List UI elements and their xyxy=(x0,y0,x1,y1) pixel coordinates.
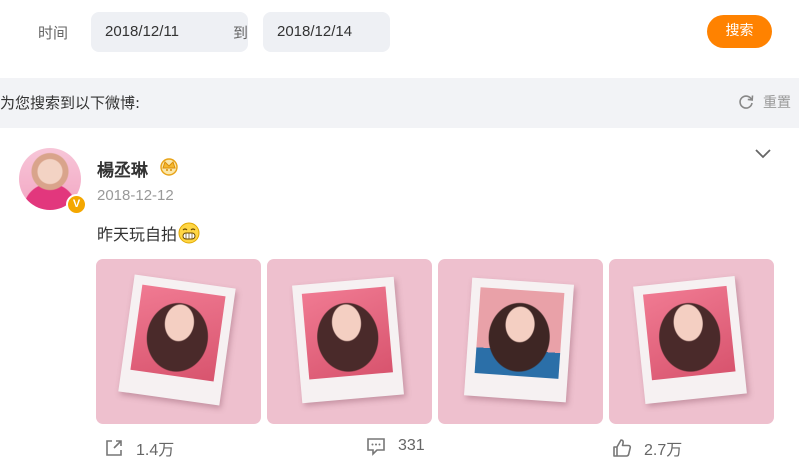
time-label: 时间 xyxy=(38,24,69,42)
to-label: 到 xyxy=(233,24,249,42)
post-text: 昨天玩自拍 xyxy=(97,221,200,245)
post-actions: 1.4万 331 2.7万 xyxy=(0,436,799,464)
end-date-field[interactable]: 2018/12/14 xyxy=(263,12,390,52)
repost-button[interactable]: 1.4万 xyxy=(104,436,174,460)
selfie-photo-1[interactable] xyxy=(96,259,261,424)
verified-badge: V xyxy=(66,194,87,215)
reset-button[interactable]: 重置 xyxy=(737,92,791,112)
chevron-down-icon[interactable] xyxy=(754,146,772,160)
selfie-photo-4[interactable] xyxy=(609,259,774,424)
crown-icon[interactable] xyxy=(158,156,180,176)
results-title: 为您搜索到以下微博: xyxy=(0,94,141,112)
like-count: 2.7万 xyxy=(644,442,683,459)
repost-count: 1.4万 xyxy=(136,442,175,459)
results-header: 为您搜索到以下微博: 重置 xyxy=(0,78,799,128)
start-date-field[interactable]: 2018/12/11 xyxy=(91,12,248,52)
comment-button[interactable]: 331 xyxy=(366,436,425,456)
share-icon xyxy=(106,440,122,456)
user-name[interactable]: 楊丞琳 xyxy=(97,156,148,181)
post-text-body: 昨天玩自拍 xyxy=(97,225,178,244)
like-button[interactable]: 2.7万 xyxy=(612,436,682,460)
post-date[interactable]: 2018-12-12 xyxy=(97,187,174,204)
grin-emoji-icon xyxy=(178,222,200,244)
selfie-photo-3[interactable] xyxy=(438,259,603,424)
reset-label: 重置 xyxy=(763,95,791,111)
like-icon xyxy=(613,439,632,457)
search-button[interactable]: 搜索 xyxy=(707,15,772,48)
comment-icon xyxy=(367,438,385,456)
comment-count: 331 xyxy=(398,437,425,454)
time-filter-bar: 时间 2018/12/11 到 2018/12/14 搜索 xyxy=(0,0,799,78)
selfie-photo-2[interactable] xyxy=(267,259,432,424)
refresh-icon xyxy=(739,95,754,109)
